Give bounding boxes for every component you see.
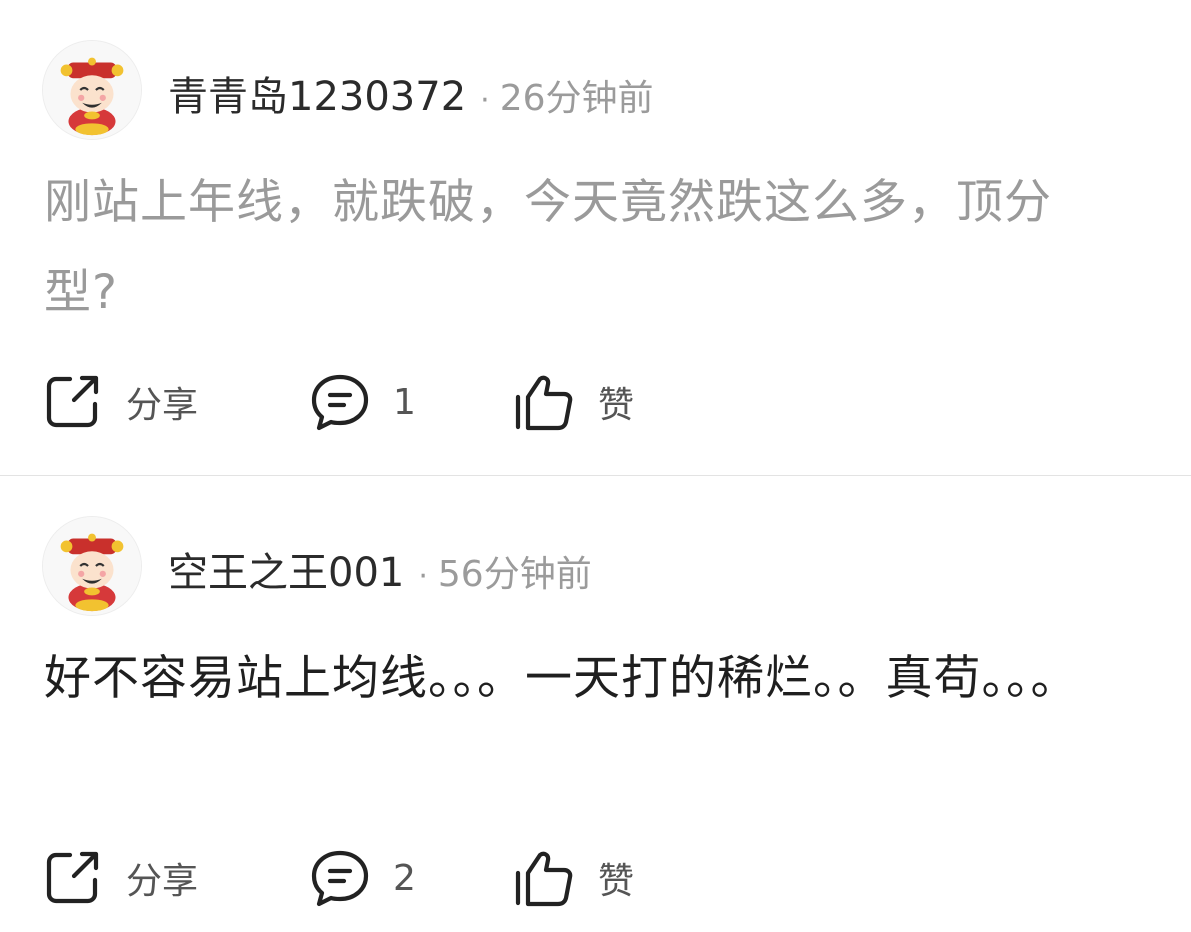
comment-icon: [311, 374, 369, 431]
comment-button[interactable]: 2: [309, 849, 514, 907]
thumbs-up-icon: [515, 375, 573, 431]
share-button[interactable]: 分享: [44, 849, 309, 907]
meta-separator: ·: [418, 559, 428, 594]
post-card: 青青岛1230372 · 26分钟前 刚站上年线，就跌破，今天竟然跌这么多，顶分…: [0, 0, 1191, 476]
thumbs-up-icon: [515, 851, 573, 907]
like-button[interactable]: 赞: [514, 849, 634, 907]
post-meta: 空王之王001 · 56分钟前: [168, 540, 592, 598]
post-meta: 青青岛1230372 · 26分钟前: [168, 64, 654, 122]
post-card: 空王之王001 · 56分钟前 好不容易站上均线。。。一天打的稀烂。。真苟。。。…: [0, 476, 1191, 932]
timestamp: 26分钟前: [499, 78, 654, 119]
caishen-avatar-icon[interactable]: [42, 40, 142, 140]
like-button[interactable]: 赞: [514, 373, 634, 431]
share-button[interactable]: 分享: [44, 373, 309, 431]
like-label: 赞: [598, 861, 635, 902]
share-label: 分享: [126, 861, 199, 902]
share-label: 分享: [126, 385, 199, 426]
timestamp: 56分钟前: [437, 554, 592, 595]
comment-count: 2: [393, 857, 416, 899]
share-icon: [46, 375, 99, 428]
like-label: 赞: [598, 385, 635, 426]
username[interactable]: 青青岛1230372: [168, 64, 466, 122]
comment-button[interactable]: 1: [309, 373, 514, 431]
action-bar: 分享 1 赞: [44, 370, 634, 434]
meta-separator: ·: [480, 83, 490, 118]
username[interactable]: 空王之王001: [168, 540, 404, 598]
comment-icon: [311, 850, 369, 907]
share-icon: [46, 851, 99, 904]
post-content[interactable]: 好不容易站上均线。。。一天打的稀烂。。真苟。。。: [44, 634, 1124, 724]
caishen-avatar-icon[interactable]: [42, 516, 142, 616]
post-content[interactable]: 刚站上年线，就跌破，今天竟然跌这么多，顶分型?: [44, 158, 1124, 338]
comment-count: 1: [393, 381, 416, 423]
action-bar: 分享 2 赞: [44, 846, 634, 910]
